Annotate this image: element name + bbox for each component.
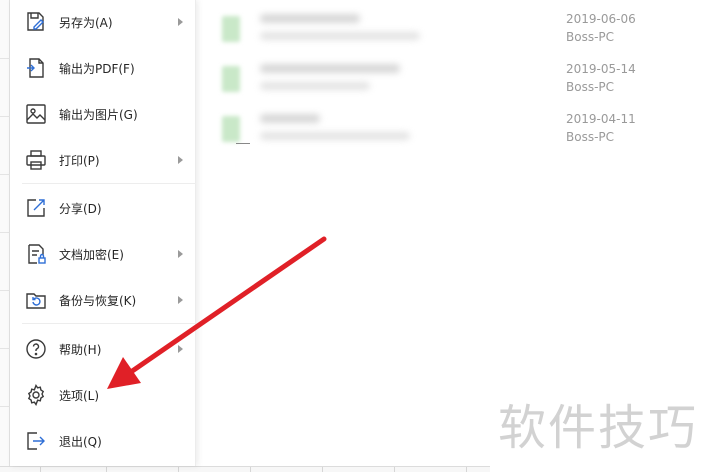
file-date: 2019-04-11 <box>566 112 636 126</box>
menu-divider <box>22 323 196 324</box>
grid-line <box>0 174 10 175</box>
grid-line <box>0 348 10 349</box>
menu-item-encrypt[interactable]: 文档加密(E) <box>10 232 196 276</box>
menu-item-save-as[interactable]: 另存为(A) <box>10 0 196 44</box>
spreadsheet-edge <box>0 0 10 472</box>
menu-item-label: 选项(L) <box>59 388 100 403</box>
recent-file-row[interactable] <box>218 58 548 102</box>
menu-item-export-image[interactable]: 输出为图片(G) <box>10 92 196 136</box>
menu-item-label: 打印(P) <box>59 153 100 168</box>
menu-item-help[interactable]: 帮助(H) <box>10 327 196 371</box>
save-as-icon <box>27 12 44 31</box>
share-icon <box>27 199 45 217</box>
export-pdf-icon <box>27 58 44 78</box>
menu-item-share[interactable]: 分享(D) <box>10 186 196 230</box>
file-computer: Boss-PC <box>566 80 615 94</box>
blurred-file-name <box>260 64 400 73</box>
menu-item-print[interactable]: 打印(P) <box>10 138 196 182</box>
gear-icon <box>27 384 45 406</box>
submenu-arrow-icon <box>178 18 183 26</box>
document-lock-icon <box>28 244 46 264</box>
menu-item-label: 另存为(A) <box>59 15 113 30</box>
menu-item-label: 备份与恢复(K) <box>59 293 137 308</box>
submenu-arrow-icon <box>178 250 183 258</box>
menu-item-label: 输出为图片(G) <box>59 107 138 122</box>
grid-line <box>0 58 10 59</box>
menu-item-label: 帮助(H) <box>59 342 102 357</box>
blurred-file-name <box>260 14 360 23</box>
recent-file-row[interactable] <box>218 8 548 52</box>
exit-icon <box>27 432 45 450</box>
file-computer: Boss-PC <box>566 130 615 144</box>
file-thumbnail <box>222 66 240 92</box>
file-thumbnail <box>222 16 240 42</box>
grid-line <box>0 232 10 233</box>
grid-line <box>0 406 10 407</box>
sheet-tab-strip <box>0 466 490 472</box>
file-date: 2019-05-14 <box>566 62 636 76</box>
watermark-text: 软件技巧 <box>498 400 699 456</box>
file-computer: Boss-PC <box>566 30 615 44</box>
export-image-icon <box>26 104 46 124</box>
file-thumbnail <box>222 116 240 142</box>
blurred-file-path <box>260 132 410 140</box>
menu-divider <box>22 183 196 184</box>
blurred-file-path <box>260 82 370 90</box>
printer-icon <box>26 150 46 170</box>
menu-item-label: 文档加密(E) <box>59 247 124 262</box>
menu-item-label: 分享(D) <box>59 201 102 216</box>
menu-item-exit[interactable]: 退出(Q) <box>10 419 196 463</box>
help-icon <box>26 339 46 359</box>
recent-file-row[interactable] <box>218 108 548 152</box>
file-menu: 另存为(A) 输出为PDF(F) 输出为图片(G) 打印(P) 分享(D) 文档… <box>10 0 196 466</box>
list-underline <box>236 143 250 144</box>
menu-item-label: 输出为PDF(F) <box>59 61 135 76</box>
menu-item-export-pdf[interactable]: 输出为PDF(F) <box>10 46 196 90</box>
menu-item-options[interactable]: 选项(L) <box>10 373 196 417</box>
file-date: 2019-06-06 <box>566 12 636 26</box>
recent-file-meta: 2019-06-06 Boss-PC <box>566 10 636 46</box>
backup-restore-icon <box>26 293 46 309</box>
blurred-file-name <box>260 114 320 123</box>
menu-item-label: 退出(Q) <box>59 434 102 449</box>
submenu-arrow-icon <box>178 296 183 304</box>
grid-line <box>0 116 10 117</box>
menu-item-backup-restore[interactable]: 备份与恢复(K) <box>10 278 196 322</box>
blurred-file-path <box>260 32 420 40</box>
submenu-arrow-icon <box>178 345 183 353</box>
recent-file-meta: 2019-04-11 Boss-PC <box>566 110 636 146</box>
grid-line <box>0 290 10 291</box>
recent-file-meta: 2019-05-14 Boss-PC <box>566 60 636 96</box>
submenu-arrow-icon <box>178 156 183 164</box>
